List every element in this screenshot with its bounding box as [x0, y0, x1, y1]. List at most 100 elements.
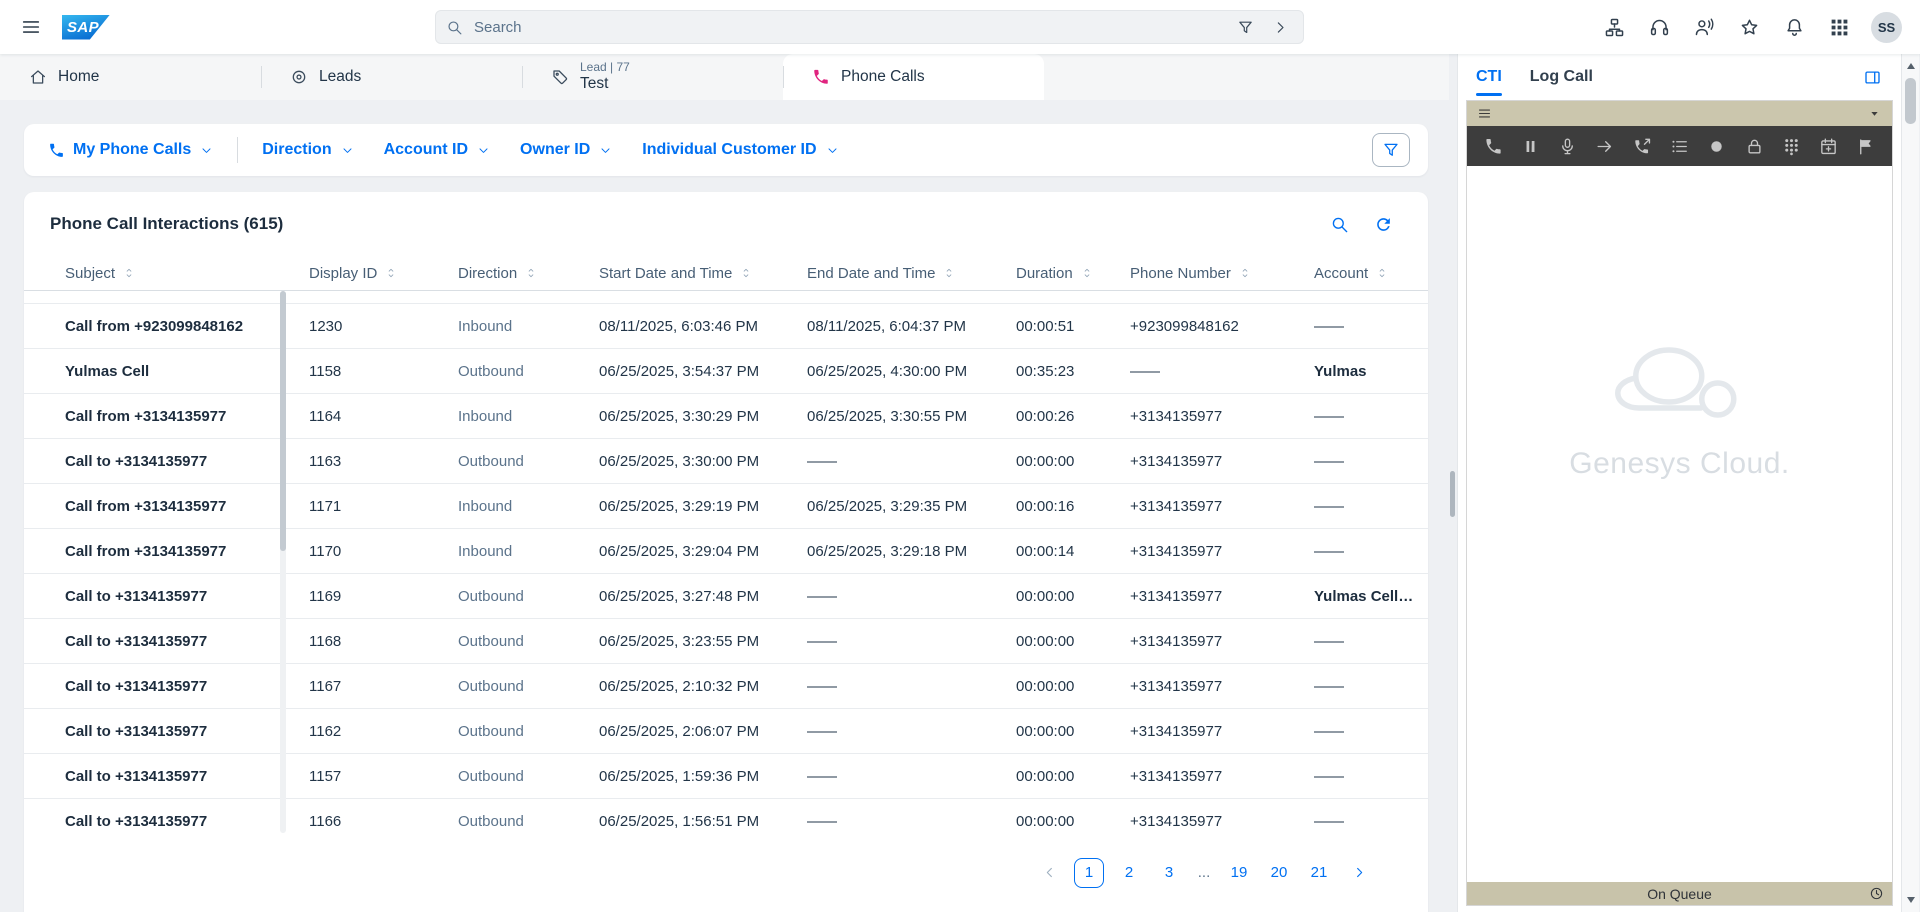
menu-icon[interactable]: [14, 10, 48, 44]
filter-direction[interactable]: Direction: [262, 141, 353, 159]
dock-panel-icon[interactable]: [1858, 63, 1886, 91]
table-row[interactable]: Call to +3134135977 1162 Outbound 06/25/202…: [24, 709, 1428, 754]
tab-home[interactable]: Home: [0, 54, 261, 100]
cti-tab-cti[interactable]: CTI: [1476, 54, 1502, 100]
table-scrollbar[interactable]: [280, 291, 286, 833]
page-scrollbar-thumb[interactable]: [1905, 78, 1916, 124]
sort-icon: [385, 267, 397, 279]
column-label: Direction: [458, 264, 518, 282]
cell-end-date-and-time: ——: [807, 722, 837, 740]
search-expand-icon[interactable]: [1267, 14, 1293, 40]
column-header-display-id[interactable]: Display ID: [309, 265, 458, 282]
sort-icon: [1081, 267, 1093, 279]
table-row[interactable]: Call to +3134135977 1167 Outbound 06/25/202…: [24, 664, 1428, 709]
page-button-3[interactable]: 3: [1154, 858, 1184, 888]
cti-tab-bar: CTI Log Call: [1476, 54, 1593, 100]
table-row[interactable]: Call to +3134135977 1157 Outbound 06/25/202…: [24, 754, 1428, 799]
page-button-20[interactable]: 20: [1264, 858, 1294, 888]
previous-page-button[interactable]: [1034, 858, 1064, 888]
column-header-subject[interactable]: Subject: [65, 265, 309, 282]
widget-menu-icon[interactable]: [1477, 106, 1492, 121]
column-label: Display ID: [309, 264, 378, 282]
chevron-down-icon: [599, 144, 612, 157]
page-button-19[interactable]: 19: [1224, 858, 1254, 888]
table-row[interactable]: Call to +3134135977 1169 Outbound 06/25/202…: [24, 574, 1428, 619]
pagination: 1 2 3... 19 20 21: [24, 833, 1428, 912]
resizer-grip-icon[interactable]: [1450, 471, 1455, 517]
table-row[interactable]: Call to +3134135977 1163 Outbound 06/25/202…: [24, 439, 1428, 484]
scroll-down-arrow[interactable]: [1902, 890, 1919, 910]
mute-icon[interactable]: [1556, 134, 1580, 158]
column-header-start-date-and-time[interactable]: Start Date and Time: [599, 265, 807, 282]
filter-my-phone-calls[interactable]: My Phone Calls: [48, 141, 213, 159]
column-label: Phone Number: [1130, 264, 1231, 282]
cell-direction: Inbound: [458, 317, 513, 335]
tab-test[interactable]: Lead | 77 Test: [522, 54, 783, 100]
chevron-right-icon: [1352, 865, 1367, 880]
dialpad-icon[interactable]: [1779, 134, 1803, 158]
cti-tab-log-call[interactable]: Log Call: [1530, 54, 1593, 100]
table-refresh-button[interactable]: [1368, 209, 1398, 239]
next-page-button[interactable]: [1344, 858, 1374, 888]
filter-account-id[interactable]: Account ID: [384, 141, 490, 159]
cell-duration: 00:00:00: [1016, 812, 1075, 830]
notifications-icon[interactable]: [1778, 11, 1810, 43]
favorites-icon[interactable]: [1733, 11, 1765, 43]
table-row[interactable]: Call to +3134135977 1166 Outbound 06/25/202…: [24, 799, 1428, 833]
search-filter-icon[interactable]: [1232, 14, 1258, 40]
phone-calls-table-card: Phone Call Interactions (615) Subject Dis…: [24, 192, 1428, 912]
user-avatar[interactable]: SS: [1871, 11, 1902, 43]
column-header-direction[interactable]: Direction: [458, 265, 599, 282]
user-voice-icon[interactable]: [1688, 11, 1720, 43]
column-header-duration[interactable]: Duration: [1016, 265, 1130, 282]
cell-end-date-and-time: 06/25/2025, 4:30:00 PM: [807, 362, 968, 380]
page-button-2[interactable]: 2: [1114, 858, 1144, 888]
table-scrollbar-thumb[interactable]: [280, 291, 286, 552]
filter-individual-customer-id[interactable]: Individual Customer ID: [642, 141, 838, 159]
page-button-1[interactable]: 1: [1074, 857, 1104, 888]
hold-icon[interactable]: [1518, 134, 1542, 158]
transfer-icon[interactable]: [1593, 134, 1617, 158]
tab-phone-calls[interactable]: Phone Calls: [783, 54, 1044, 100]
cell-duration: 00:35:23: [1016, 362, 1075, 380]
headset-icon[interactable]: [1643, 11, 1675, 43]
tab-bar: Home Leads Lead | 77 Test Phone Calls: [0, 54, 1449, 100]
table-row[interactable]: Call from +3134135977 1164 Inbound 06/25/20…: [24, 394, 1428, 439]
filter-owner-id[interactable]: Owner ID: [520, 141, 612, 159]
chevron-down-icon: [477, 144, 490, 157]
table-row[interactable]: Yulmas Cell 1158 Outbound 06/25/2025, 3:54:…: [24, 349, 1428, 394]
flag-icon[interactable]: [1854, 134, 1878, 158]
queue-status-bar[interactable]: On Queue: [1467, 882, 1892, 905]
page-scrollbar[interactable]: [1901, 54, 1919, 912]
tab-leads[interactable]: Leads: [261, 54, 522, 100]
secure-pause-icon[interactable]: [1742, 134, 1766, 158]
search-bar: [435, 10, 1304, 44]
cell-end-date-and-time: ——: [807, 587, 837, 605]
table-row[interactable]: Call from +923099848162 1230 Inbound 08/11/…: [24, 304, 1428, 349]
column-header-end-date-and-time[interactable]: End Date and Time: [807, 265, 1016, 282]
table-row[interactable]: Call from +3134135977 1171 Inbound 06/25/20…: [24, 484, 1428, 529]
panel-resizer[interactable]: [1449, 54, 1457, 912]
call-icon[interactable]: [1481, 134, 1505, 158]
cell-phone-number: ——: [1130, 362, 1160, 380]
column-header-account[interactable]: Account: [1314, 265, 1428, 282]
column-header-phone-number[interactable]: Phone Number: [1130, 265, 1314, 282]
cell-subject: Call to +3134135977: [65, 452, 208, 470]
table-row[interactable]: Call from +3134135977 1170 Inbound 06/25/20…: [24, 529, 1428, 574]
org-chart-icon[interactable]: [1598, 11, 1630, 43]
topbar-icons: [1598, 11, 1855, 43]
cell-end-date-and-time: 08/11/2025, 6:04:37 PM: [807, 317, 967, 335]
sap-logo[interactable]: SAP: [62, 14, 110, 40]
record-icon[interactable]: [1705, 134, 1729, 158]
interaction-list-icon[interactable]: [1667, 134, 1691, 158]
page-button-21[interactable]: 21: [1304, 858, 1334, 888]
table-row[interactable]: Call to +3134135977 1168 Outbound 06/25/202…: [24, 619, 1428, 664]
adapt-filters-button[interactable]: [1372, 133, 1410, 167]
widget-caret-icon[interactable]: [1867, 106, 1882, 121]
schedule-callback-icon[interactable]: [1817, 134, 1841, 158]
table-search-button[interactable]: [1324, 209, 1354, 239]
app-grid-icon[interactable]: [1823, 11, 1855, 43]
scroll-up-arrow[interactable]: [1902, 56, 1919, 76]
consult-call-icon[interactable]: [1630, 134, 1654, 158]
search-input[interactable]: [472, 17, 1223, 37]
